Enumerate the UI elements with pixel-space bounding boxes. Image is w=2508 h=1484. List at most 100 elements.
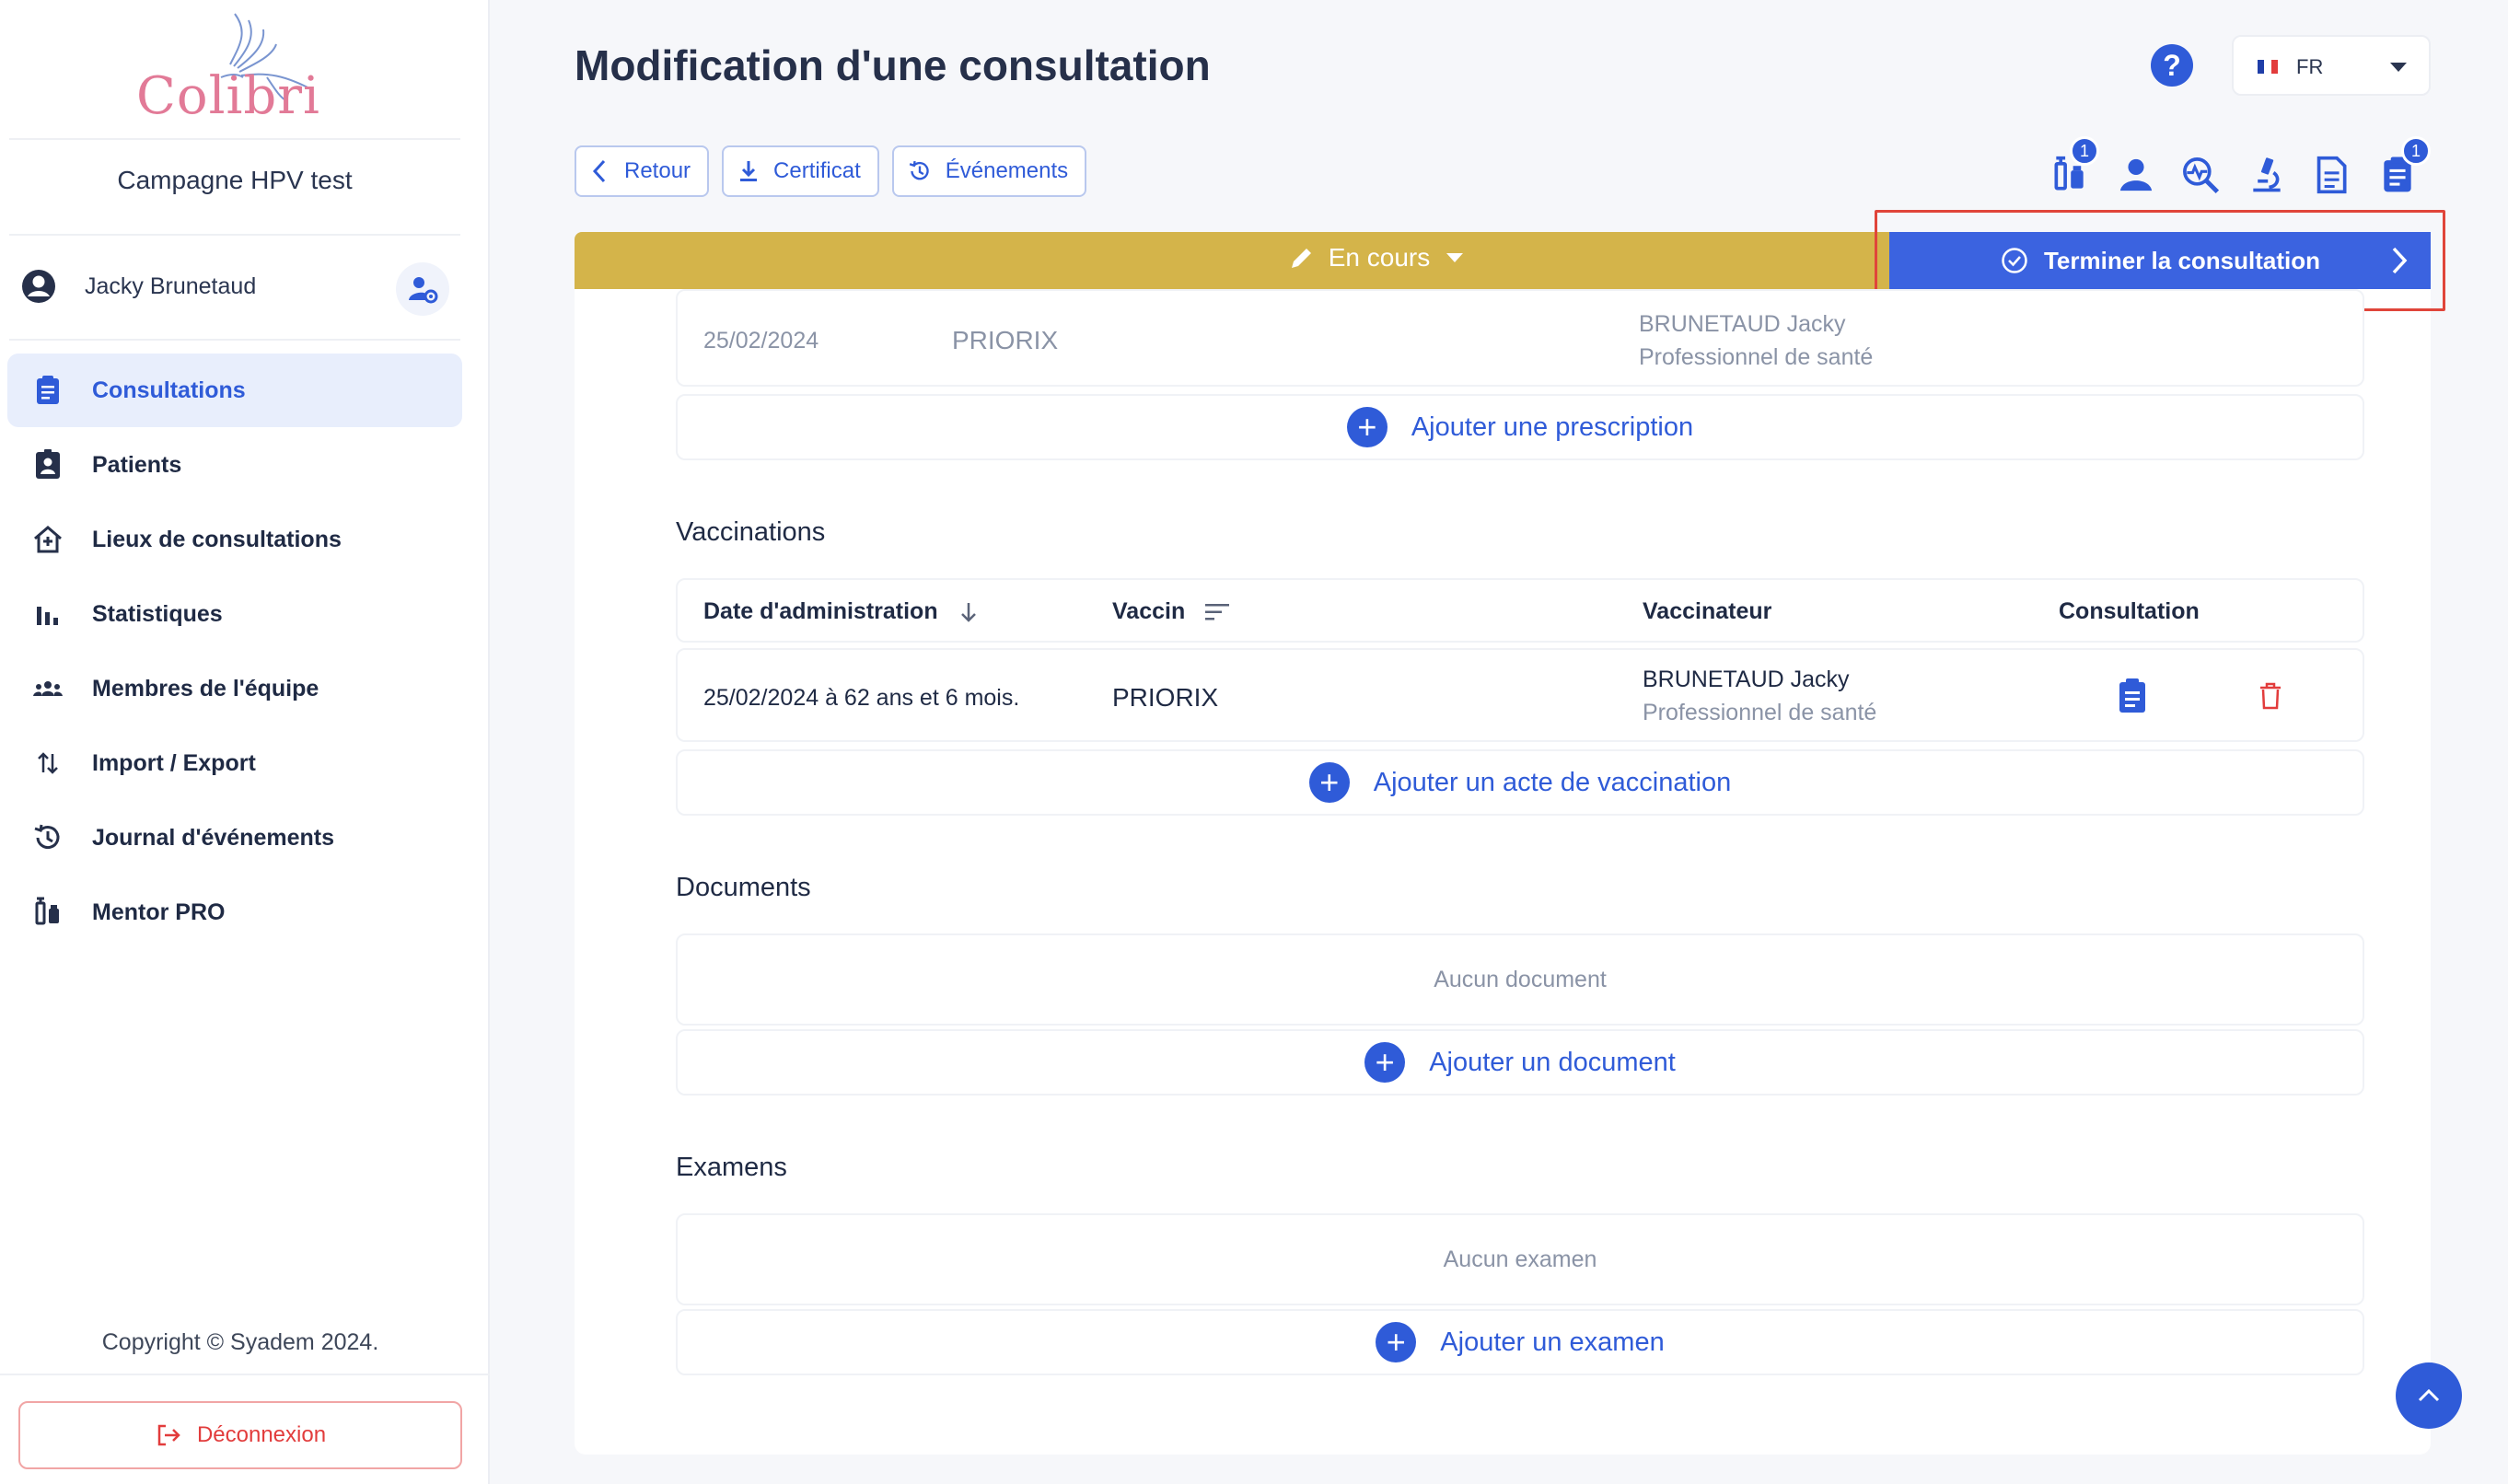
sidebar-item-membres[interactable]: Membres de l'équipe — [7, 652, 462, 725]
document-icon[interactable] — [2311, 155, 2351, 195]
sort-lines-icon — [1205, 603, 1230, 620]
finish-label: Terminer la consultation — [2043, 246, 2320, 274]
sidebar-item-consultations[interactable]: Consultations — [7, 354, 462, 427]
logo-text: Colibri — [136, 66, 320, 126]
sidebar-item-label: Statistiques — [92, 600, 223, 627]
add-exam-label: Ajouter un examen — [1440, 1327, 1665, 1357]
vaccinations-title: Vaccinations — [676, 517, 826, 547]
events-label: Événements — [945, 158, 1069, 183]
document-badge: 1 — [2401, 136, 2431, 166]
help-label: ? — [2163, 48, 2181, 82]
certificate-label: Certificat — [773, 158, 861, 183]
chevron-left-icon — [592, 159, 606, 183]
sidebar-item-journal[interactable]: Journal d'événements — [7, 801, 462, 875]
certificate-button[interactable]: Certificat — [722, 145, 879, 197]
team-icon — [33, 681, 63, 696]
add-document-button[interactable]: + Ajouter un document — [676, 1029, 2364, 1096]
sidebar-item-label: Mentor PRO — [92, 899, 226, 925]
sidebar-item-patients[interactable]: Patients — [7, 428, 462, 502]
language-label: FR — [2296, 55, 2324, 78]
arrow-down-icon — [960, 602, 976, 622]
clipboard-icon — [37, 376, 59, 404]
status-label: En cours — [1328, 243, 1431, 272]
chevron-right-icon — [2392, 247, 2408, 274]
sidebar-item-lieux-de-consultations[interactable]: Lieux de consultations — [7, 503, 462, 576]
sidebar-item-label: Journal d'événements — [92, 824, 334, 851]
copyright: Copyright © Syadem 2024. — [101, 1329, 379, 1355]
plus-icon: + — [1308, 762, 1350, 803]
trash-icon[interactable] — [2258, 681, 2283, 711]
vaccination-role: Professionnel de santé — [1643, 700, 1877, 725]
sidebar-item-label: Import / Export — [92, 749, 256, 776]
plus-icon: + — [1346, 407, 1388, 447]
sidebar-item-label: Patients — [92, 451, 182, 478]
user-name: Jacky Brunetaud — [85, 273, 257, 299]
pencil-icon — [1291, 249, 1311, 268]
sidebar-item-statistiques[interactable]: Statistiques — [7, 577, 462, 651]
campaign-name: Campagne HPV test — [117, 166, 353, 194]
exams-empty: Aucun examen — [676, 1213, 2364, 1305]
column-vaccine-label: Vaccin — [1112, 598, 1186, 624]
finish-consultation-button[interactable]: Terminer la consultation — [1889, 232, 2431, 289]
add-vaccination-button[interactable]: + Ajouter un acte de vaccination — [676, 749, 2364, 816]
chevron-up-icon — [2418, 1388, 2440, 1402]
documents-empty: Aucun document — [676, 933, 2364, 1026]
plus-icon: + — [1376, 1322, 1417, 1362]
column-consultation: Consultation — [2059, 598, 2200, 624]
status-dropdown[interactable]: En cours — [1127, 243, 1624, 272]
help-button[interactable]: ? — [2151, 44, 2193, 87]
sidebar-item-import-export[interactable]: Import / Export — [7, 726, 462, 800]
sidebar-item-label: Lieux de consultations — [92, 526, 342, 552]
person-icon[interactable] — [2116, 155, 2156, 195]
vaccine-icon — [35, 897, 59, 925]
logout-button[interactable]: Déconnexion — [18, 1401, 462, 1469]
sidebar-item-label: Consultations — [92, 377, 246, 403]
divider — [0, 1374, 490, 1375]
documents-empty-label: Aucun document — [1434, 966, 1607, 992]
clipboard-icon[interactable] — [2116, 678, 2149, 714]
history-icon — [34, 824, 60, 850]
history-icon — [909, 160, 929, 180]
toolbar: Retour Certificat Événements — [575, 145, 1087, 197]
divider — [9, 234, 460, 236]
page-title: Modification d'une consultation — [575, 41, 1211, 89]
table-row: 25/02/2024 à 62 ans et 6 mois. PRIORIX B… — [676, 648, 2364, 742]
user-settings-button[interactable] — [396, 262, 449, 316]
sidebar: Colibri Campagne HPV test Jacky Brunetau… — [0, 0, 490, 1484]
column-vaccinator: Vaccinateur — [1643, 598, 1772, 624]
arrows-up-down-icon — [38, 752, 58, 774]
scroll-to-top-button[interactable] — [2396, 1362, 2462, 1429]
back-button[interactable]: Retour — [575, 145, 710, 197]
magnify-pulse-icon[interactable] — [2180, 155, 2221, 195]
back-label: Retour — [624, 158, 691, 183]
download-icon — [740, 161, 758, 181]
check-circle-icon — [2002, 248, 2027, 273]
column-vaccine[interactable]: Vaccin — [1112, 598, 1231, 625]
prescription-prescriber: BRUNETAUD Jacky — [1639, 311, 1846, 337]
plus-icon: + — [1364, 1042, 1406, 1083]
caret-down-icon — [2390, 63, 2407, 72]
documents-title: Documents — [676, 873, 811, 902]
user-row: Jacky Brunetaud — [20, 262, 453, 316]
add-exam-button[interactable]: + Ajouter un examen — [676, 1309, 2364, 1375]
exams-title: Examens — [676, 1153, 787, 1182]
prescription-row: 25/02/2024 PRIORIX BRUNETAUD Jacky Profe… — [676, 289, 2364, 387]
user-avatar-icon — [22, 270, 55, 303]
sidebar-item-label: Membres de l'équipe — [92, 675, 319, 701]
vaccinations-table-header: Date d'administration Vaccin Vaccinateur… — [676, 578, 2364, 643]
events-button[interactable]: Événements — [891, 145, 1087, 197]
vaccination-vaccine: PRIORIX — [1112, 683, 1219, 712]
sidebar-nav: Consultations Patients Lieux de consulta… — [7, 354, 462, 950]
sidebar-item-mentor-pro[interactable]: Mentor PRO — [7, 875, 462, 949]
vaccination-vaccinator: BRUNETAUD Jacky — [1643, 667, 1850, 692]
language-select[interactable]: FR — [2232, 35, 2431, 96]
microscope-icon[interactable] — [2247, 155, 2287, 195]
vaccine-badge: 1 — [2070, 136, 2099, 166]
colibri-logo[interactable]: Colibri — [129, 9, 331, 129]
divider — [9, 339, 460, 341]
divider — [9, 138, 460, 140]
column-date[interactable]: Date d'administration — [703, 598, 981, 625]
add-prescription-button[interactable]: + Ajouter une prescription — [676, 394, 2364, 460]
column-date-label: Date d'administration — [703, 598, 938, 624]
logout-icon — [157, 1424, 180, 1446]
